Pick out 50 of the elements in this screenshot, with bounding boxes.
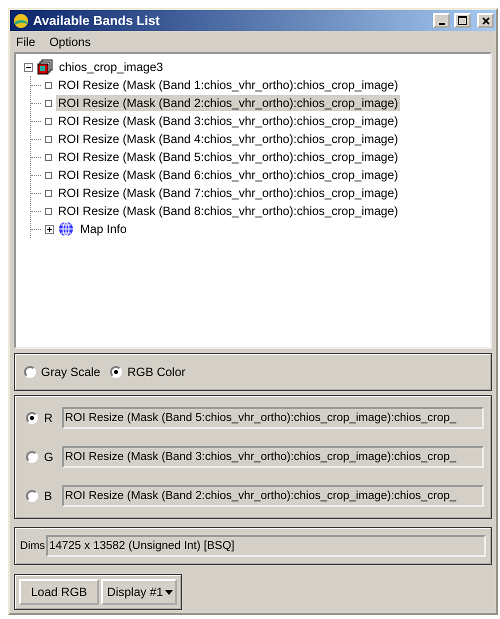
- minimize-button[interactable]: [433, 13, 450, 28]
- window-title: Available Bands List: [33, 13, 161, 28]
- radio-button[interactable]: [26, 412, 38, 424]
- tree-item[interactable]: ROI Resize (Mask (Band 3:chios_vhr_ortho):chios_crop_image): [56, 113, 400, 129]
- radio-label: G: [44, 450, 54, 464]
- dims-label: Dims: [20, 540, 46, 552]
- band-field[interactable]: ROI Resize (Mask (Band 2:chios_vhr_ortho):chios_crop_image):chios_crop_: [62, 485, 484, 507]
- dims-field[interactable]: 14725 x 13582 (Unsigned Int) [BSQ]: [46, 535, 486, 557]
- tree-item[interactable]: ROI Resize (Mask (Band 4:chios_vhr_ortho):chios_crop_image): [56, 131, 400, 147]
- radio-button[interactable]: [110, 366, 122, 378]
- maximize-button[interactable]: [454, 13, 471, 28]
- minimize-icon: [438, 22, 444, 24]
- expand-icon[interactable]: [45, 224, 54, 234]
- menu-item[interactable]: Options: [49, 35, 91, 49]
- band-icon: [45, 136, 52, 142]
- tree-item[interactable]: ROI Resize (Mask (Band 5:chios_vhr_ortho):chios_crop_image): [56, 149, 400, 165]
- load-rgb-button[interactable]: Load RGB: [19, 579, 100, 605]
- band-field[interactable]: ROI Resize (Mask (Band 3:chios_vhr_ortho):chios_crop_image):chios_crop_: [62, 446, 484, 468]
- radio-button[interactable]: [24, 366, 36, 378]
- app-icon: [13, 12, 29, 28]
- close-button[interactable]: [477, 13, 494, 28]
- radio-label: Gray Scale: [41, 365, 100, 379]
- tree-item[interactable]: ROI Resize (Mask (Band 8:chios_vhr_ortho):chios_crop_image): [56, 203, 400, 219]
- radio-button[interactable]: [26, 490, 38, 502]
- tree-item[interactable]: ROI Resize (Mask (Band 7:chios_vhr_ortho):chios_crop_image): [56, 185, 400, 201]
- radio-label: RGB Color: [127, 365, 186, 379]
- display-dropdown[interactable]: Display #1: [101, 579, 178, 605]
- radio-label: B: [44, 489, 52, 503]
- tree-item[interactable]: chios_crop_image3: [57, 59, 166, 75]
- band-icon: [45, 82, 52, 88]
- band-field[interactable]: ROI Resize (Mask (Band 5:chios_vhr_ortho):chios_crop_image):chios_crop_: [62, 407, 484, 429]
- image-stack-icon: [37, 59, 53, 75]
- band-icon: [45, 118, 52, 124]
- caret-icon: [165, 590, 174, 594]
- band-icon: [45, 100, 52, 106]
- tree-item[interactable]: ROI Resize (Mask (Band 2:chios_vhr_ortho):chios_crop_image): [56, 95, 400, 111]
- maximize-icon: [458, 16, 467, 25]
- band-icon: [45, 154, 52, 160]
- radio-label: R: [44, 411, 53, 425]
- menu-item[interactable]: File: [16, 35, 36, 49]
- close-icon: [482, 16, 490, 24]
- tree-item[interactable]: Map Info: [78, 221, 129, 237]
- band-icon: [45, 208, 52, 214]
- band-icon: [45, 190, 52, 196]
- globe-icon: [58, 221, 74, 237]
- radio-button[interactable]: [26, 451, 38, 463]
- tree-item[interactable]: ROI Resize (Mask (Band 6:chios_vhr_ortho):chios_crop_image): [56, 167, 400, 183]
- tree-item[interactable]: ROI Resize (Mask (Band 1:chios_vhr_ortho):chios_crop_image): [56, 77, 400, 93]
- band-icon: [45, 172, 52, 178]
- collapse-icon[interactable]: [24, 62, 33, 72]
